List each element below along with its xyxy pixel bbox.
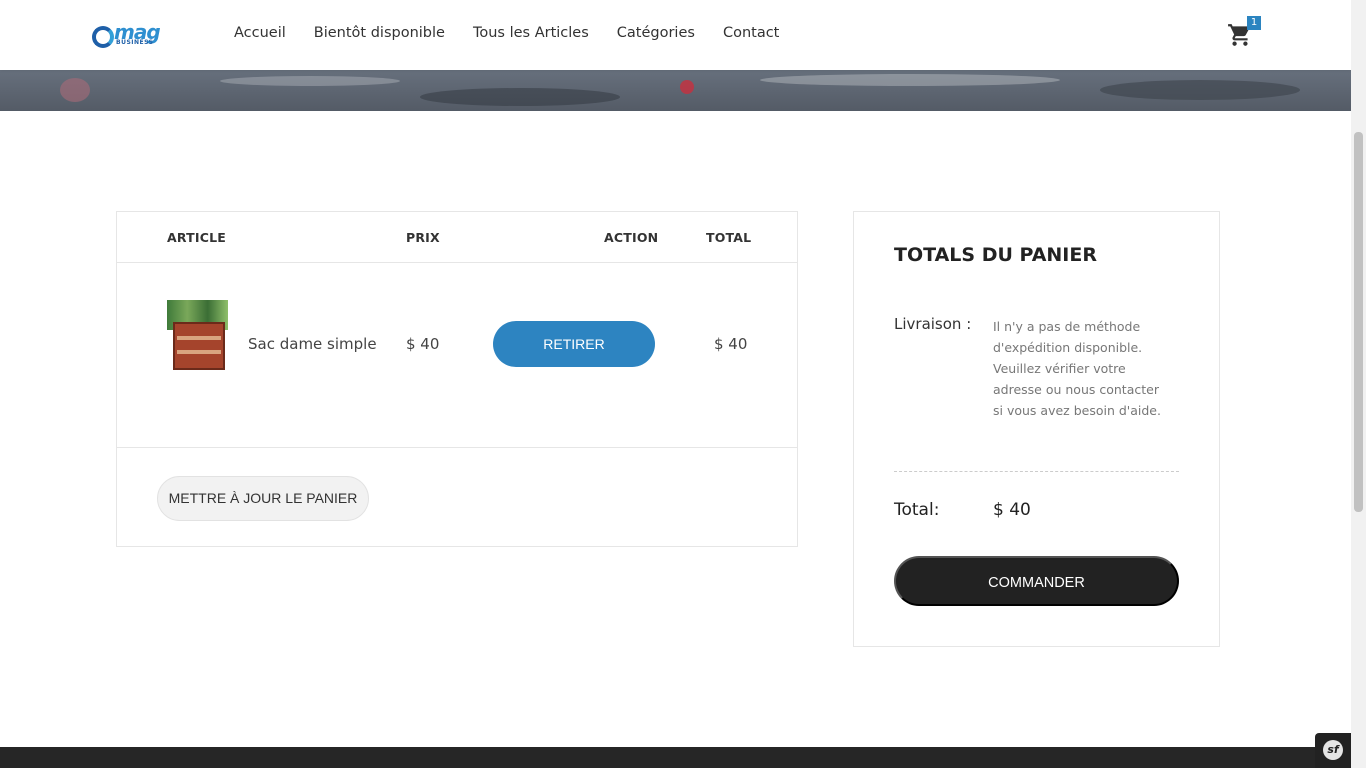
site-footer [0,747,1351,768]
nav-item-contact[interactable]: Contact [723,25,779,41]
cart-count-badge: 1 [1247,16,1261,30]
column-header-price: PRIX [406,230,440,245]
column-header-total: TOTAL [706,230,752,245]
hero-decoration [220,76,400,86]
hero-decoration [1100,80,1300,100]
hero-decoration [60,78,90,102]
shipping-message: Il n'y a pas de méthode d'expédition dis… [993,319,1161,418]
scrollbar-thumb[interactable] [1354,132,1363,512]
nav-item-accueil[interactable]: Accueil [234,25,286,41]
product-name[interactable]: Sac dame simple [248,335,377,353]
site-logo[interactable]: mag BUSINESS [92,20,162,48]
total-value: $ 40 [993,500,1031,520]
product-price: $ 40 [406,335,440,353]
logo-subtext: BUSINESS [116,39,154,46]
hero-decoration [680,80,694,94]
line-total: $ 40 [714,335,748,353]
table-row: Sac dame simple $ 40 RETIRER $ 40 [117,263,797,448]
column-header-article: ARTICLE [167,230,226,245]
logo-swirl-icon [92,26,114,48]
cart-totals-title: TOTALS DU PANIER [894,244,1097,266]
checkout-button[interactable]: COMMANDER [894,556,1179,606]
product-thumbnail[interactable] [167,300,228,375]
site-header: mag BUSINESS Accueil Bientôt disponible … [0,0,1351,70]
column-header-action: ACTION [604,230,659,245]
page-scrollbar[interactable] [1351,0,1366,768]
cart-table-header: ARTICLE PRIX ACTION TOTAL [117,212,797,263]
total-label: Total: [894,500,940,520]
nav-item-tous-les-articles[interactable]: Tous les Articles [473,25,589,41]
debug-toolbar-toggle[interactable]: sf [1315,733,1351,768]
hero-decoration [420,88,620,106]
nav-item-bientot-disponible[interactable]: Bientôt disponible [314,25,445,41]
cart-totals-panel: TOTALS DU PANIER Livraison : Il n'y a pa… [853,211,1220,647]
cart-table: ARTICLE PRIX ACTION TOTAL Sac dame simpl… [116,211,798,547]
hero-decoration [760,74,1060,86]
divider [894,471,1179,472]
update-cart-button[interactable]: METTRE À JOUR LE PANIER [157,476,369,521]
main-nav: Accueil Bientôt disponible Tous les Arti… [234,25,779,41]
remove-item-button[interactable]: RETIRER [493,321,655,367]
shipping-label: Livraison : [894,315,972,333]
nav-item-categories[interactable]: Catégories [617,25,695,41]
symfony-icon: sf [1323,740,1343,760]
